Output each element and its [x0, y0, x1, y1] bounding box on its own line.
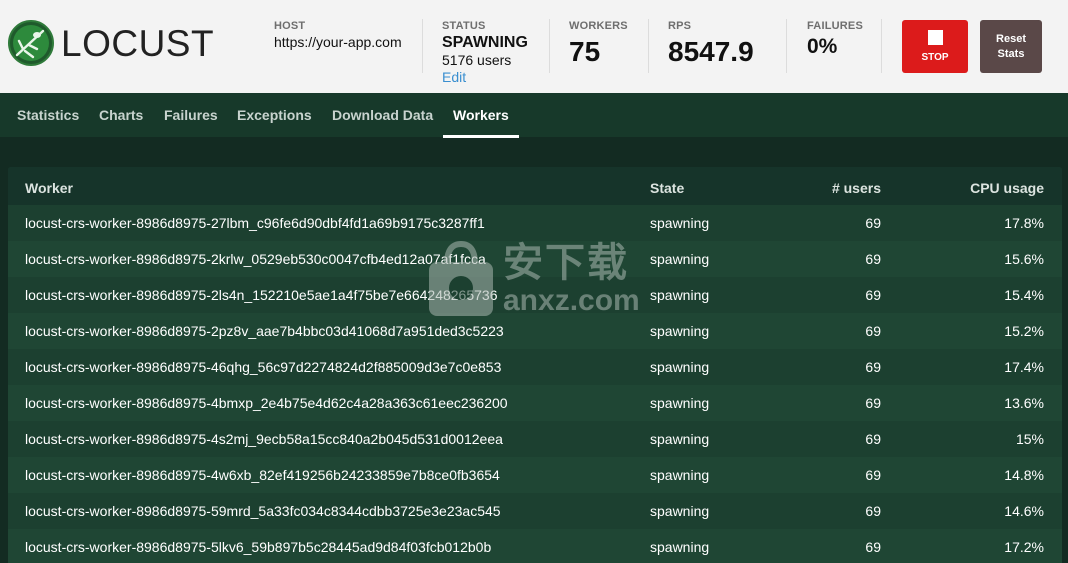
worker-id-cell: locust-crs-worker-8986d8975-4w6xb_82ef41…	[25, 467, 500, 483]
worker-id-cell: locust-crs-worker-8986d8975-2krlw_0529eb…	[25, 251, 486, 267]
nav-tabs: Statistics Charts Failures Exceptions Do…	[0, 93, 1068, 137]
table-row: locust-crs-worker-8986d8975-27lbm_c96fe6…	[8, 205, 1062, 241]
state-cell: spawning	[650, 215, 710, 231]
status-value: SPAWNING	[442, 34, 528, 51]
cpu-usage-cell: 15.2%	[1004, 323, 1044, 339]
header: LOCUST HOST https://your-app.com STATUS …	[0, 0, 1068, 93]
worker-id-cell: locust-crs-worker-8986d8975-4s2mj_9ecb58…	[25, 431, 503, 447]
worker-id-cell: locust-crs-worker-8986d8975-27lbm_c96fe6…	[25, 215, 485, 231]
divider	[648, 19, 649, 73]
workers-stat: WORKERS 75	[569, 20, 628, 67]
worker-id-cell: locust-crs-worker-8986d8975-59mrd_5a33fc…	[25, 503, 501, 519]
worker-id-cell: locust-crs-worker-8986d8975-2pz8v_aae7b4…	[25, 323, 504, 339]
worker-id-cell: locust-crs-worker-8986d8975-4bmxp_2e4b75…	[25, 395, 508, 411]
state-cell: spawning	[650, 359, 710, 375]
workers-table: Worker State # users CPU usage locust-cr…	[8, 167, 1062, 563]
table-row: locust-crs-worker-8986d8975-5lkv6_59b897…	[8, 529, 1062, 563]
users-cell: 69	[865, 323, 881, 339]
cpu-usage-cell: 15.4%	[1004, 287, 1044, 303]
state-cell: spawning	[650, 539, 710, 555]
column-header-cpu[interactable]: CPU usage	[970, 180, 1044, 196]
tab-charts[interactable]: Charts	[99, 107, 143, 123]
column-header-worker[interactable]: Worker	[25, 180, 73, 196]
users-cell: 69	[865, 359, 881, 375]
reset-stats-button[interactable]: Reset Stats	[980, 20, 1042, 73]
state-cell: spawning	[650, 467, 710, 483]
table-row: locust-crs-worker-8986d8975-2krlw_0529eb…	[8, 241, 1062, 277]
state-cell: spawning	[650, 431, 710, 447]
host-label: HOST	[274, 20, 306, 32]
column-header-state[interactable]: State	[650, 180, 684, 196]
users-cell: 69	[865, 215, 881, 231]
users-cell: 69	[865, 287, 881, 303]
users-cell: 69	[865, 467, 881, 483]
table-row: locust-crs-worker-8986d8975-4w6xb_82ef41…	[8, 457, 1062, 493]
rps-label: RPS	[668, 20, 692, 32]
rps-stat: RPS 8547.9	[668, 20, 754, 67]
users-cell: 69	[865, 431, 881, 447]
table-row: locust-crs-worker-8986d8975-59mrd_5a33fc…	[8, 493, 1062, 529]
cpu-usage-cell: 13.6%	[1004, 395, 1044, 411]
worker-id-cell: locust-crs-worker-8986d8975-46qhg_56c97d…	[25, 359, 502, 375]
status-stat: STATUS SPAWNING 5176 users Edit	[442, 20, 528, 85]
cpu-usage-cell: 14.8%	[1004, 467, 1044, 483]
divider	[549, 19, 550, 73]
table-row: locust-crs-worker-8986d8975-4bmxp_2e4b75…	[8, 385, 1062, 421]
cpu-usage-cell: 17.2%	[1004, 539, 1044, 555]
reset-stats-label: Reset Stats	[996, 32, 1026, 60]
divider	[881, 19, 882, 73]
table-row: locust-crs-worker-8986d8975-2ls4n_152210…	[8, 277, 1062, 313]
table-row: locust-crs-worker-8986d8975-4s2mj_9ecb58…	[8, 421, 1062, 457]
worker-id-cell: locust-crs-worker-8986d8975-2ls4n_152210…	[25, 287, 498, 303]
failures-label: FAILURES	[807, 20, 863, 32]
workers-value: 75	[569, 36, 601, 67]
status-users: 5176 users	[442, 52, 512, 68]
state-cell: spawning	[650, 323, 710, 339]
cpu-usage-cell: 15%	[1015, 431, 1044, 447]
users-cell: 69	[865, 503, 881, 519]
workers-label: WORKERS	[569, 20, 628, 32]
column-header-users[interactable]: # users	[832, 180, 881, 196]
stop-label: STOP	[921, 52, 949, 63]
divider	[422, 19, 423, 73]
tab-download-data[interactable]: Download Data	[332, 107, 433, 123]
cpu-usage-cell: 14.6%	[1004, 503, 1044, 519]
edit-link[interactable]: Edit	[442, 69, 528, 85]
host-value: https://your-app.com	[274, 34, 402, 50]
table-row: locust-crs-worker-8986d8975-46qhg_56c97d…	[8, 349, 1062, 385]
failures-stat: FAILURES 0%	[807, 20, 863, 59]
divider	[786, 19, 787, 73]
locust-logo-icon	[8, 20, 54, 66]
tab-workers[interactable]: Workers	[453, 107, 509, 123]
users-cell: 69	[865, 539, 881, 555]
state-cell: spawning	[650, 503, 710, 519]
active-tab-indicator	[443, 135, 519, 138]
host-stat: HOST https://your-app.com	[274, 20, 402, 50]
stop-icon	[927, 30, 943, 45]
state-cell: spawning	[650, 287, 710, 303]
state-cell: spawning	[650, 251, 710, 267]
users-cell: 69	[865, 251, 881, 267]
tab-failures[interactable]: Failures	[164, 107, 218, 123]
cpu-usage-cell: 17.4%	[1004, 359, 1044, 375]
table-header: Worker State # users CPU usage	[8, 167, 1062, 205]
table-row: locust-crs-worker-8986d8975-2pz8v_aae7b4…	[8, 313, 1062, 349]
users-cell: 69	[865, 395, 881, 411]
logo-text: LOCUST	[61, 22, 215, 64]
stop-button[interactable]: STOP	[902, 20, 968, 73]
rps-value: 8547.9	[668, 36, 754, 67]
status-label: STATUS	[442, 20, 486, 32]
state-cell: spawning	[650, 395, 710, 411]
failures-value: 0%	[807, 35, 838, 58]
worker-id-cell: locust-crs-worker-8986d8975-5lkv6_59b897…	[25, 539, 492, 555]
locust-logo[interactable]: LOCUST	[7, 19, 214, 67]
cpu-usage-cell: 15.6%	[1004, 251, 1044, 267]
tab-exceptions[interactable]: Exceptions	[237, 107, 312, 123]
cpu-usage-cell: 17.8%	[1004, 215, 1044, 231]
tab-statistics[interactable]: Statistics	[17, 107, 79, 123]
